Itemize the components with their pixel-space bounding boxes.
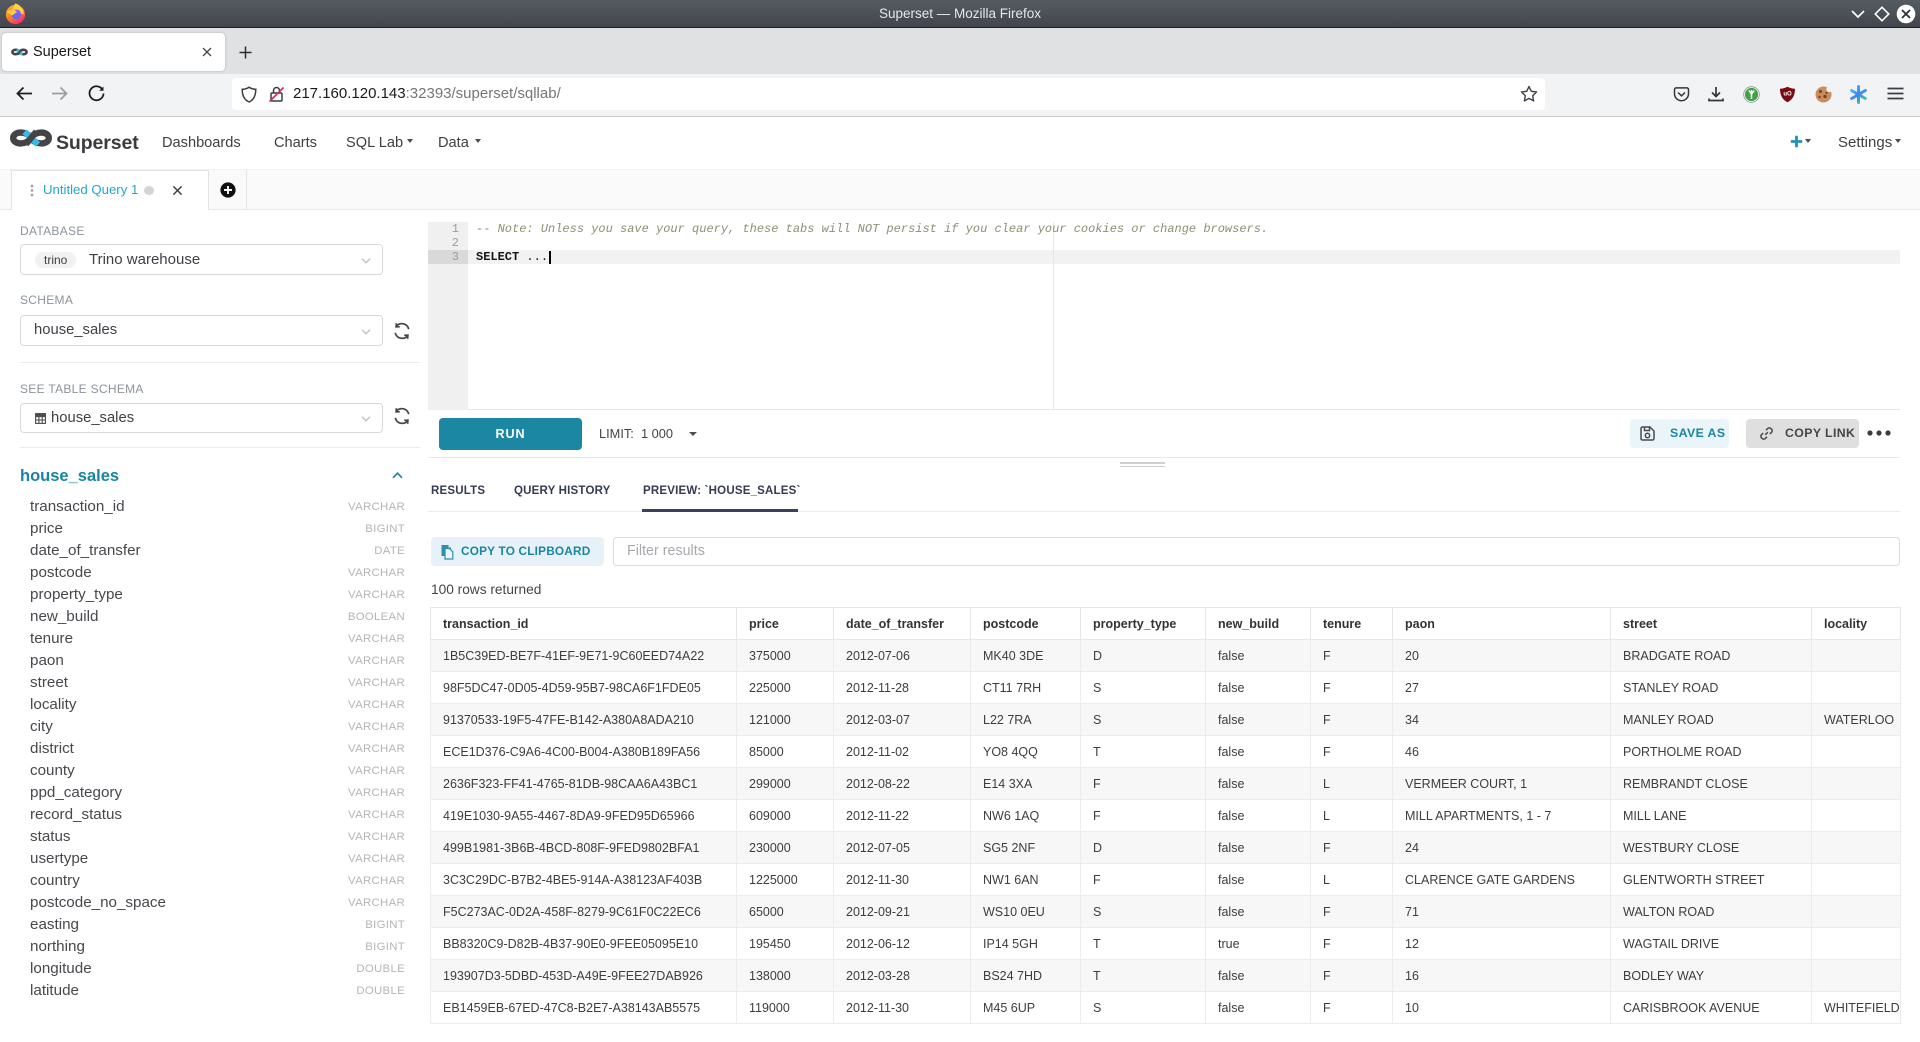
svg-text:uO: uO xyxy=(1783,92,1792,98)
